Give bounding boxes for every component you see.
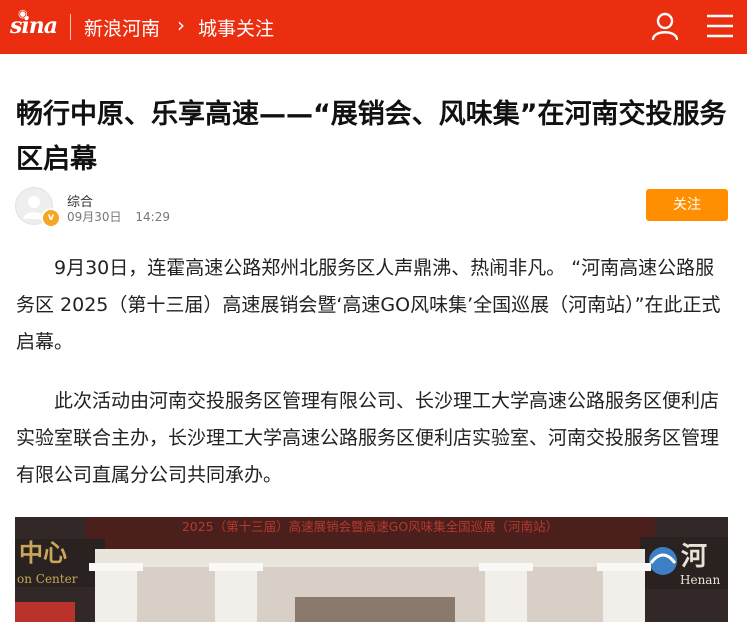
channel-link[interactable]: 新浪河南 [84, 14, 160, 41]
sina-logo[interactable]: ◉ sina [10, 7, 58, 39]
right-sign-en: Henan [680, 573, 720, 587]
right-sign-text: 河 [681, 542, 707, 572]
follow-button[interactable]: 关注 [646, 189, 728, 221]
article-paragraph: 9月30日，连霍高速公路郑州北服务区人声鼎沸、热闹非凡。 “河南高速公路服务区 … [16, 257, 721, 353]
publish-date: 09月30日 [67, 210, 122, 224]
user-icon[interactable] [650, 11, 680, 41]
menu-icon[interactable] [706, 13, 734, 39]
article-meta: 09月30日 14:29 [67, 208, 170, 225]
chevron-right-icon: › [177, 13, 185, 37]
left-sign-en: on Center [17, 572, 78, 586]
banner-text: 2025（第十三届）高速展销会暨高速GO风味集全国巡展（河南站） [182, 519, 558, 534]
verified-badge-icon: v [41, 208, 61, 228]
left-sign-text: 中心 [19, 539, 67, 567]
section-link[interactable]: 城事关注 [198, 14, 274, 41]
sina-eye-icon: ◉ [18, 7, 28, 20]
article-title: 畅行中原、乐享高速——“展销会、风味集”在河南交投服务区启幕 [16, 99, 727, 175]
article-photo[interactable]: 2025（第十三届）高速展销会暨高速GO风味集全国巡展（河南站） 中心 on C… [15, 517, 728, 622]
event-scene-illustration: 2025（第十三届）高速展销会暨高速GO风味集全国巡展（河南站） 中心 on C… [15, 517, 728, 622]
publish-time: 14:29 [135, 210, 170, 224]
header-divider [70, 14, 71, 40]
article-paragraph: 此次活动由河南交投服务区管理有限公司、长沙理工大学高速公路服务区便利店实验室联合… [16, 390, 720, 486]
top-nav-bar: ◉ sina 新浪河南 › 城事关注 [0, 0, 747, 54]
